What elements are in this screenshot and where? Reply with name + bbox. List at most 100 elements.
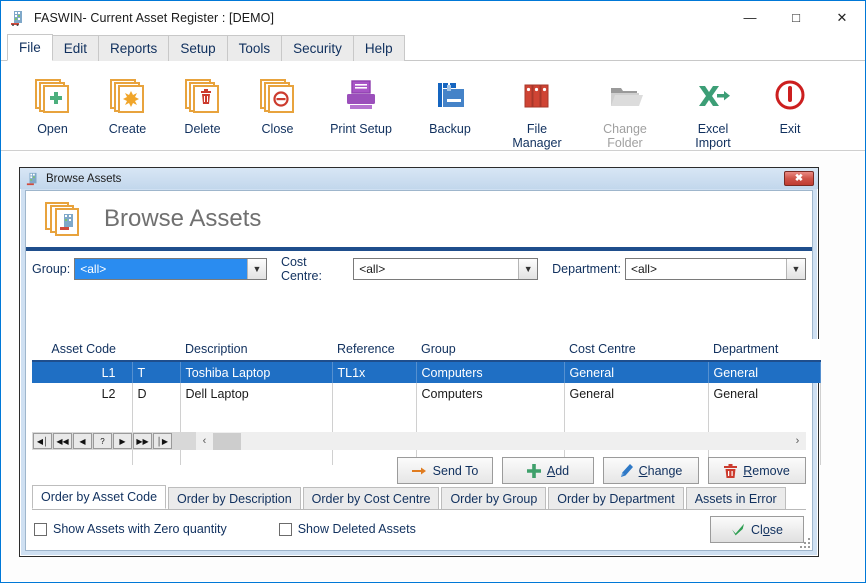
chevron-down-icon[interactable]: ▼	[247, 259, 266, 279]
scroll-right-icon[interactable]: ›	[789, 433, 806, 450]
menu-tab-edit[interactable]: Edit	[52, 35, 99, 61]
toolbar-close-label: Close	[262, 122, 294, 136]
toolbar-change-folder-button[interactable]: ChangeFolder	[581, 66, 669, 150]
add-label: Add	[547, 464, 569, 478]
scrollbar-thumb[interactable]	[213, 433, 241, 450]
chevron-down-icon[interactable]: ▼	[786, 259, 805, 279]
dialog-titlebar: Browse Assets ✖	[20, 168, 818, 189]
column-header-reference[interactable]: Reference	[332, 339, 416, 361]
last-record-button[interactable]: │▶	[153, 433, 172, 449]
toolbar-print-setup-label: Print Setup	[330, 122, 392, 136]
close-dialog-button[interactable]: Close	[710, 516, 804, 543]
checkbox-icon[interactable]	[279, 523, 292, 536]
prior-record-button[interactable]: ◀	[73, 433, 92, 449]
blue-pencil-icon	[620, 464, 633, 478]
toolbar-exit-button[interactable]: Exit	[757, 66, 823, 136]
toolbar-backup-label: Backup	[429, 122, 471, 136]
scroll-left-icon[interactable]: ‹	[196, 433, 213, 450]
menu-tab-tools[interactable]: Tools	[227, 35, 283, 61]
toolbar-change-folder-label: ChangeFolder	[603, 122, 647, 150]
cell-type: D	[132, 383, 180, 405]
minimize-button[interactable]: —	[727, 1, 773, 34]
toolbar-backup-button[interactable]: Backup	[407, 66, 493, 136]
building-car-icon	[26, 172, 40, 186]
toolbar-create-button[interactable]: Create	[90, 66, 165, 136]
department-filter-label: Department:	[552, 262, 621, 276]
cell-asset-code: L2	[32, 383, 132, 405]
table-header-row: Asset Code Description Reference Group C…	[32, 339, 820, 361]
send-to-button[interactable]: Send To	[397, 457, 493, 484]
documents-minus-icon	[258, 72, 298, 118]
documents-building-icon	[44, 199, 88, 239]
checkbox-icon[interactable]	[34, 523, 47, 536]
cell-group: Computers	[416, 383, 564, 405]
menu-tab-file[interactable]: File	[7, 34, 53, 61]
prior-page-button[interactable]: ◀◀	[53, 433, 72, 449]
remove-button[interactable]: Remove	[708, 457, 806, 484]
close-window-button[interactable]: ✕	[819, 1, 865, 34]
toolbar-excel-import-button[interactable]: ExcelImport	[669, 66, 757, 150]
tab-order-by-description[interactable]: Order by Description	[168, 487, 301, 509]
maximize-button[interactable]: □	[773, 1, 819, 34]
order-tab-bar: Order by Asset Code Order by Description…	[32, 486, 806, 510]
change-button[interactable]: Change	[603, 457, 699, 484]
power-off-icon	[770, 72, 810, 118]
tab-order-by-asset-code[interactable]: Order by Asset Code	[32, 485, 166, 509]
red-binders-icon	[517, 72, 557, 118]
show-deleted-assets-label: Show Deleted Assets	[298, 522, 416, 536]
orange-arrow-icon	[412, 465, 427, 477]
menu-tab-security[interactable]: Security	[281, 35, 354, 61]
assets-grid[interactable]: Asset Code Description Reference Group C…	[32, 339, 806, 426]
first-record-button[interactable]: ◀│	[33, 433, 52, 449]
toolbar-file-manager-button[interactable]: FileManager	[493, 66, 581, 150]
menu-tab-help[interactable]: Help	[353, 35, 405, 61]
resize-grip[interactable]	[799, 537, 810, 548]
application-window: FASWIN- Current Asset Register : [DEMO] …	[0, 0, 866, 583]
next-record-button[interactable]: ▶	[113, 433, 132, 449]
department-filter-value: <all>	[626, 262, 786, 276]
column-header-group[interactable]: Group	[416, 339, 564, 361]
dialog-footer: Show Assets with Zero quantity Show Dele…	[34, 514, 806, 544]
cell-description: Dell Laptop	[180, 383, 332, 405]
cost-centre-filter-combo[interactable]: <all> ▼	[353, 258, 538, 280]
dialog-banner-title: Browse Assets	[104, 205, 261, 233]
tab-order-by-department[interactable]: Order by Department	[548, 487, 683, 509]
filter-row: Group: <all> ▼ Cost Centre: <all> ▼ Depa…	[26, 251, 812, 287]
send-to-label: Send To	[433, 464, 479, 478]
group-filter-combo[interactable]: <all> ▼	[74, 258, 267, 280]
add-button[interactable]: Add	[502, 457, 594, 484]
group-filter-label: Group:	[32, 262, 70, 276]
toolbar-open-button[interactable]: Open	[15, 66, 90, 136]
horizontal-scrollbar[interactable]: ‹ ›	[196, 432, 806, 450]
toolbar-exit-label: Exit	[780, 122, 801, 136]
column-header-asset-code[interactable]: Asset Code	[32, 339, 132, 361]
next-page-button[interactable]: ▶▶	[133, 433, 152, 449]
column-header-department[interactable]: Department	[708, 339, 820, 361]
toolbar-print-setup-button[interactable]: Print Setup	[315, 66, 407, 136]
column-header-cost-centre[interactable]: Cost Centre	[564, 339, 708, 361]
menu-tab-setup[interactable]: Setup	[168, 35, 227, 61]
tab-assets-in-error[interactable]: Assets in Error	[686, 487, 786, 509]
show-deleted-assets-checkbox[interactable]: Show Deleted Assets	[279, 522, 416, 536]
menu-tab-reports[interactable]: Reports	[98, 35, 169, 61]
dialog-close-button[interactable]: ✖	[784, 171, 814, 186]
green-plus-icon	[527, 464, 541, 478]
chevron-down-icon[interactable]: ▼	[518, 259, 537, 279]
floppy-disk-icon	[430, 72, 470, 118]
documents-star-icon	[108, 72, 148, 118]
tab-order-by-cost-centre[interactable]: Order by Cost Centre	[303, 487, 440, 509]
department-filter-combo[interactable]: <all> ▼	[625, 258, 806, 280]
toolbar-delete-button[interactable]: Delete	[165, 66, 240, 136]
group-filter-value: <all>	[75, 262, 247, 276]
column-header-description[interactable]: Description	[180, 339, 332, 361]
show-zero-quantity-checkbox[interactable]: Show Assets with Zero quantity	[34, 522, 227, 536]
mdi-client-area: Browse Assets ✖	[2, 153, 864, 581]
tab-order-by-group[interactable]: Order by Group	[441, 487, 546, 509]
table-row[interactable]: L1 T Toshiba Laptop TL1x Computers Gener…	[32, 361, 820, 383]
column-header-blank[interactable]	[132, 339, 180, 361]
help-button[interactable]: ?	[93, 433, 112, 449]
toolbar-close-button[interactable]: Close	[240, 66, 315, 136]
show-zero-quantity-label: Show Assets with Zero quantity	[53, 522, 227, 536]
table-row[interactable]: L2 D Dell Laptop Computers General Gener…	[32, 383, 820, 405]
printer-icon	[341, 72, 381, 118]
